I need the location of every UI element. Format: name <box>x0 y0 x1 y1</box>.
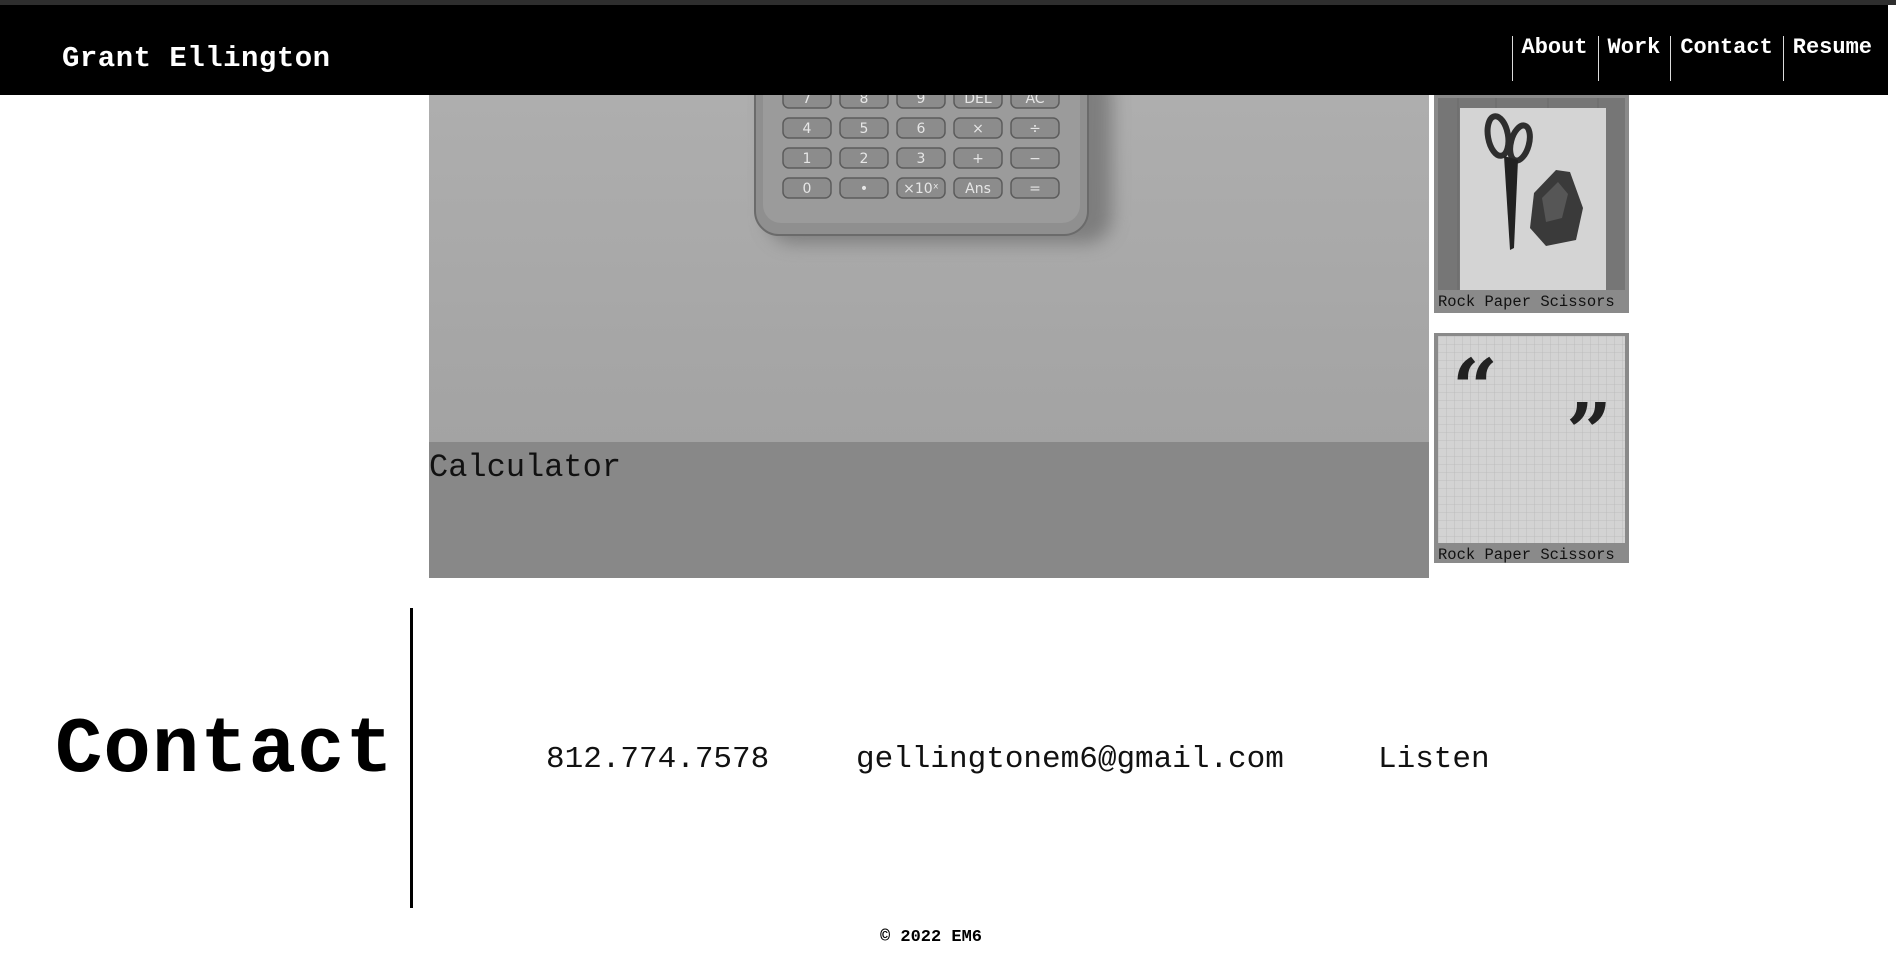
calculator-key: 5 <box>839 117 889 139</box>
nav-work[interactable]: Work <box>1597 36 1671 81</box>
browser-top-stripe <box>0 0 1896 5</box>
thumbnail-card[interactable]: Rock Paper Scissors <box>1434 95 1629 313</box>
thumbnail-label: Rock Paper Scissors <box>1438 293 1615 311</box>
calculator-key: 8 <box>839 95 889 109</box>
svg-text:6: 6 <box>917 121 926 137</box>
svg-text:3: 3 <box>917 151 926 167</box>
calculator-photo: 7 8 9 DEL AC 4 5 6 × ÷ 1 2 3 + − 0 • ×10ˣ Ans = <box>429 95 1429 442</box>
svg-text:+: + <box>972 151 984 167</box>
featured-work-card[interactable]: 7 8 9 DEL AC 4 5 6 × ÷ 1 2 3 + − 0 • ×10ˣ Ans = Calculator <box>429 95 1429 578</box>
svg-text:÷: ÷ <box>1029 121 1041 137</box>
svg-text:”: ” <box>1566 385 1612 479</box>
svg-text:8: 8 <box>860 95 869 107</box>
calculator-key: + <box>953 147 1003 169</box>
calculator-key: 6 <box>896 117 946 139</box>
listen-link[interactable]: Listen <box>1378 740 1490 780</box>
nav-resume[interactable]: Resume <box>1782 36 1882 81</box>
thumbnail-label: Rock Paper Scissors <box>1438 546 1615 564</box>
svg-text:Ans: Ans <box>965 181 991 197</box>
main-nav: About Work Contact Resume <box>1511 36 1882 81</box>
calculator-key: 9 <box>896 95 946 109</box>
calculator-key: AC <box>1010 95 1060 109</box>
site-title[interactable]: Grant Ellington <box>62 41 331 77</box>
calculator-key: ÷ <box>1010 117 1060 139</box>
calculator-key: DEL <box>953 95 1003 109</box>
featured-caption[interactable]: Calculator <box>429 450 621 486</box>
svg-text:×: × <box>972 121 984 137</box>
calculator-key: 3 <box>896 147 946 169</box>
site-header: Grant Ellington About Work Contact Resum… <box>0 5 1888 95</box>
svg-text:0: 0 <box>803 181 812 197</box>
svg-text:7: 7 <box>803 95 812 107</box>
svg-text:×10ˣ: ×10ˣ <box>903 181 939 197</box>
calculator-key: × <box>953 117 1003 139</box>
svg-text:9: 9 <box>917 95 926 107</box>
calculator-key: ×10ˣ <box>896 177 946 199</box>
svg-text:2: 2 <box>860 151 869 167</box>
svg-text:“: “ <box>1452 341 1498 435</box>
svg-text:−: − <box>1029 151 1041 167</box>
nav-contact[interactable]: Contact <box>1670 36 1782 81</box>
calculator-key: 0 <box>782 177 832 199</box>
svg-text:=: = <box>1029 181 1041 197</box>
svg-text:•: • <box>860 181 868 197</box>
calculator-key: 7 <box>782 95 832 109</box>
quote-marks-photo: “ ” <box>1438 336 1625 543</box>
footer-copyright: © 2022 EM6 <box>879 928 983 947</box>
svg-text:DEL: DEL <box>964 95 992 107</box>
calculator-key: 1 <box>782 147 832 169</box>
scissors-rock-photo <box>1438 98 1625 290</box>
svg-text:AC: AC <box>1025 95 1044 107</box>
calculator-key: 4 <box>782 117 832 139</box>
contact-divider <box>410 608 413 908</box>
contact-phone[interactable]: 812.774.7578 <box>546 740 769 780</box>
svg-text:1: 1 <box>803 151 812 167</box>
svg-text:4: 4 <box>803 121 812 137</box>
nav-about[interactable]: About <box>1511 36 1598 81</box>
calculator-key: = <box>1010 177 1060 199</box>
contact-heading: Contact <box>55 705 394 795</box>
calculator-key: − <box>1010 147 1060 169</box>
calculator-key: • <box>839 177 889 199</box>
svg-text:5: 5 <box>860 121 869 137</box>
contact-email[interactable]: gellingtonem6@gmail.com <box>856 740 1284 780</box>
calculator-key: Ans <box>953 177 1003 199</box>
calculator-key: 2 <box>839 147 889 169</box>
thumbnail-card[interactable]: “ ” Rock Paper Scissors <box>1434 333 1629 564</box>
